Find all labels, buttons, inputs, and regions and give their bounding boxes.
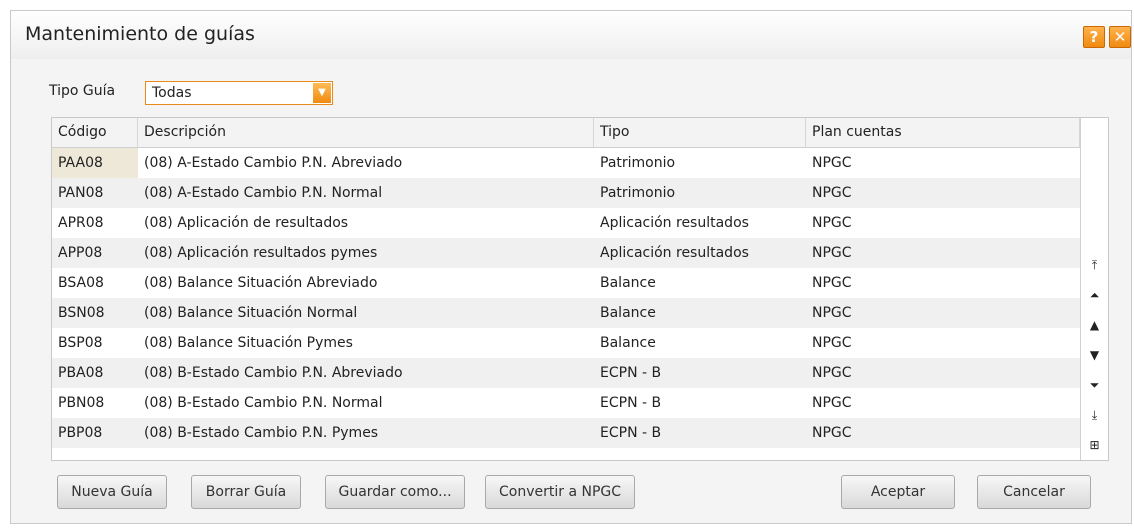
code-cell[interactable]: PAA08 (52, 148, 138, 178)
code-cell[interactable]: PBN08 (52, 388, 138, 418)
type-cell[interactable]: Aplicación resultados (594, 208, 806, 238)
table-row[interactable]: BSN08 (08) Balance Situación Normal Balanc… (52, 298, 1080, 328)
table-row[interactable]: BSA08 (08) Balance Situación Abreviado Bal… (52, 268, 1080, 298)
type-cell[interactable]: Balance (594, 328, 806, 358)
table-row[interactable]: PBA08 (08) B-Estado Cambio P.N. Abreviado… (52, 358, 1080, 388)
next-page-icon[interactable]: ⏷ (1081, 370, 1108, 400)
guide-type-label: Tipo Guía (49, 83, 116, 99)
plan-cell[interactable]: NPGC (806, 388, 1080, 418)
plan-cell[interactable]: NPGC (806, 358, 1080, 388)
plan-cell[interactable]: NPGC (806, 208, 1080, 238)
table-row[interactable]: PAN08 (08) A-Estado Cambio P.N. Normal Pat… (52, 178, 1080, 208)
description-cell[interactable]: (08) Balance Situación Pymes (138, 328, 594, 358)
description-cell[interactable]: (08) Aplicación resultados pymes (138, 238, 594, 268)
guides-table: Código Descripción Tipo Plan cuentas PAA… (51, 117, 1109, 461)
previous-row-icon[interactable]: ▲ (1081, 310, 1108, 340)
code-cell[interactable]: BSA08 (52, 268, 138, 298)
description-cell[interactable]: (08) B-Estado Cambio P.N. Abreviado (138, 358, 594, 388)
type-cell[interactable]: Balance (594, 298, 806, 328)
grid-navigation-bar: ⤒ ⏶ ▲ ▼ ⏷ ⤓ ⊞ (1080, 118, 1108, 460)
type-cell[interactable]: Patrimonio (594, 178, 806, 208)
cancel-button[interactable]: Cancelar (977, 475, 1091, 509)
save-as-button[interactable]: Guardar como... (325, 475, 465, 509)
table-header: Código Descripción Tipo Plan cuentas (52, 118, 1080, 148)
guide-type-select[interactable]: Todas ▼ (145, 81, 333, 105)
chevron-down-icon[interactable]: ▼ (313, 83, 331, 103)
previous-page-icon[interactable]: ⏶ (1081, 280, 1108, 310)
type-cell[interactable]: Balance (594, 268, 806, 298)
description-cell[interactable]: (08) Balance Situación Abreviado (138, 268, 594, 298)
code-cell[interactable]: PBP08 (52, 418, 138, 448)
column-header-chart-of-accounts[interactable]: Plan cuentas (806, 118, 1080, 147)
plan-cell[interactable]: NPGC (806, 148, 1080, 178)
table-row[interactable]: BSP08 (08) Balance Situación Pymes Balance… (52, 328, 1080, 358)
type-cell[interactable]: ECPN - B (594, 388, 806, 418)
type-cell[interactable]: Aplicación resultados (594, 238, 806, 268)
code-cell[interactable]: BSP08 (52, 328, 138, 358)
description-cell[interactable]: (08) B-Estado Cambio P.N. Pymes (138, 418, 594, 448)
table-row[interactable]: APP08 (08) Aplicación resultados pymes Apl… (52, 238, 1080, 268)
plan-cell[interactable]: NPGC (806, 298, 1080, 328)
column-header-type[interactable]: Tipo (594, 118, 806, 147)
table-row[interactable]: PBP08 (08) B-Estado Cambio P.N. Pymes ECPN… (52, 418, 1080, 448)
plan-cell[interactable]: NPGC (806, 268, 1080, 298)
close-icon[interactable]: ✕ (1109, 26, 1131, 48)
column-header-description[interactable]: Descripción (138, 118, 594, 147)
delete-guide-button[interactable]: Borrar Guía (191, 475, 301, 509)
accept-button[interactable]: Aceptar (841, 475, 955, 509)
plan-cell[interactable]: NPGC (806, 238, 1080, 268)
table-row[interactable]: APR08 (08) Aplicación de resultados Aplica… (52, 208, 1080, 238)
description-cell[interactable]: (08) A-Estado Cambio P.N. Abreviado (138, 148, 594, 178)
guide-maintenance-dialog: Mantenimiento de guías ? ✕ Tipo Guía Tod… (10, 10, 1132, 524)
column-header-code[interactable]: Código (52, 118, 138, 147)
table-row[interactable]: PBN08 (08) B-Estado Cambio P.N. Normal ECP… (52, 388, 1080, 418)
type-cell[interactable]: Patrimonio (594, 148, 806, 178)
description-cell[interactable]: (08) Balance Situación Normal (138, 298, 594, 328)
type-cell[interactable]: ECPN - B (594, 358, 806, 388)
table-row[interactable]: PAA08 (08) A-Estado Cambio P.N. Abreviado… (52, 148, 1080, 178)
guide-type-selected-value: Todas (152, 85, 192, 101)
plan-cell[interactable]: NPGC (806, 328, 1080, 358)
first-page-icon[interactable]: ⤒ (1081, 250, 1108, 280)
export-icon[interactable]: ⊞ (1081, 430, 1108, 460)
description-cell[interactable]: (08) Aplicación de resultados (138, 208, 594, 238)
new-guide-button[interactable]: Nueva Guía (57, 475, 167, 509)
type-cell[interactable]: ECPN - B (594, 418, 806, 448)
code-cell[interactable]: APR08 (52, 208, 138, 238)
next-row-icon[interactable]: ▼ (1081, 340, 1108, 370)
code-cell[interactable]: BSN08 (52, 298, 138, 328)
help-icon[interactable]: ? (1083, 26, 1105, 48)
title-bar: Mantenimiento de guías ? ✕ (11, 11, 1131, 59)
code-cell[interactable]: APP08 (52, 238, 138, 268)
code-cell[interactable]: PBA08 (52, 358, 138, 388)
code-cell[interactable]: PAN08 (52, 178, 138, 208)
plan-cell[interactable]: NPGC (806, 418, 1080, 448)
description-cell[interactable]: (08) A-Estado Cambio P.N. Normal (138, 178, 594, 208)
plan-cell[interactable]: NPGC (806, 178, 1080, 208)
last-page-icon[interactable]: ⤓ (1081, 400, 1108, 430)
description-cell[interactable]: (08) B-Estado Cambio P.N. Normal (138, 388, 594, 418)
convert-to-npgc-button[interactable]: Convertir a NPGC (485, 475, 635, 509)
dialog-title: Mantenimiento de guías (25, 23, 255, 45)
